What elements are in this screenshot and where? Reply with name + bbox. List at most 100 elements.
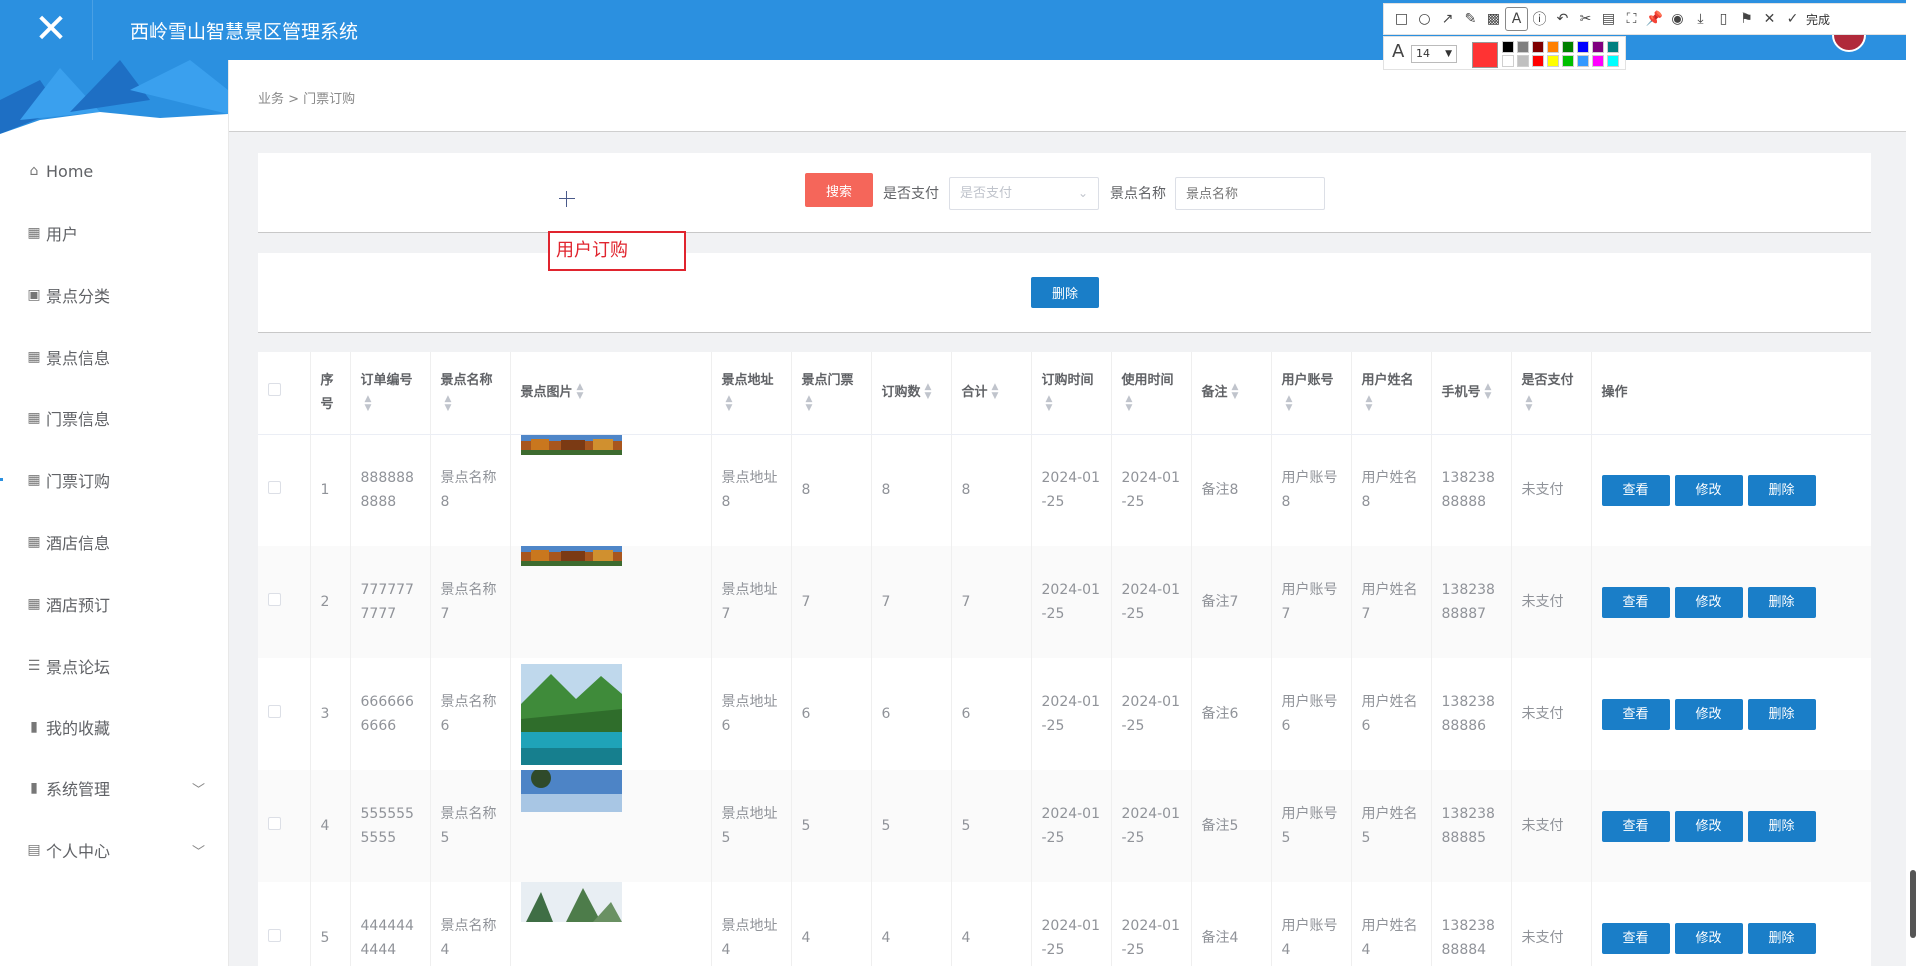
row-checkbox[interactable] (268, 929, 281, 942)
sort-icon[interactable]: ▲ ▼ (1046, 395, 1053, 413)
sort-icon[interactable]: ▲ ▼ (992, 383, 999, 401)
close-icon[interactable]: ✕ (1758, 7, 1781, 31)
done-label[interactable]: 完成 (1806, 11, 1830, 28)
column-header[interactable]: 订单编号 ▲ ▼ (350, 352, 431, 435)
page-scrollbar-track[interactable] (1906, 0, 1918, 966)
sort-icon[interactable]: ▲ ▼ (726, 395, 733, 413)
sidebar-item[interactable]: ▣ 景点分类 (26, 280, 110, 310)
mosaic-icon[interactable]: ▩ (1482, 7, 1505, 31)
column-header[interactable]: 合计 ▲ ▼ (951, 352, 1032, 435)
font-size-select[interactable]: 14 ▼ (1411, 45, 1457, 63)
color-swatch[interactable] (1592, 41, 1604, 53)
sort-icon[interactable]: ▲ ▼ (365, 395, 372, 413)
view-button[interactable]: 查看 (1601, 810, 1670, 842)
text-icon[interactable]: A (1505, 7, 1528, 31)
row-checkbox[interactable] (268, 481, 281, 495)
sidebar-item[interactable]: ▦ 酒店预订 (26, 589, 110, 619)
pen-icon[interactable]: ✎ (1459, 7, 1482, 31)
delete-button[interactable]: 删除 (1747, 586, 1816, 618)
column-header[interactable]: 景点图片 ▲ ▼ (510, 352, 712, 435)
column-header[interactable]: 景点地址 ▲ ▼ (711, 352, 792, 435)
sidebar-item[interactable]: ▦ 酒店信息 (26, 527, 110, 557)
edit-button[interactable]: 修改 (1674, 922, 1743, 954)
column-header[interactable]: 景点名称 ▲ ▼ (430, 352, 511, 435)
edit-button[interactable]: 修改 (1674, 698, 1743, 730)
fullscreen-icon[interactable]: ⛶ (1620, 7, 1643, 31)
scissors-icon[interactable]: ✂ (1574, 7, 1597, 31)
color-swatch[interactable] (1547, 55, 1559, 67)
row-checkbox[interactable] (268, 705, 281, 718)
column-header[interactable]: 备注 ▲ ▼ (1191, 352, 1272, 435)
color-swatch[interactable] (1577, 55, 1589, 67)
sort-icon[interactable]: ▲ ▼ (577, 383, 584, 401)
color-swatch[interactable] (1502, 41, 1514, 53)
sort-icon[interactable]: ▲ ▼ (1232, 383, 1239, 401)
color-swatch[interactable] (1592, 55, 1604, 67)
row-checkbox[interactable] (268, 817, 281, 830)
sort-icon[interactable]: ▲ ▼ (1126, 395, 1133, 413)
sidebar-item[interactable]: ⌂ Home (26, 156, 94, 186)
color-swatch[interactable] (1547, 41, 1559, 53)
column-header[interactable]: 用户姓名 ▲ ▼ (1351, 352, 1432, 435)
select-all-checkbox[interactable] (268, 382, 281, 396)
download-icon[interactable]: ⤓ (1689, 7, 1712, 31)
close-icon[interactable]: ✕ (30, 8, 72, 50)
color-swatch[interactable] (1532, 55, 1544, 67)
column-header[interactable]: 景点门票 ▲ ▼ (791, 352, 872, 435)
undo-icon[interactable]: ↶ (1551, 7, 1574, 31)
color-swatch[interactable] (1532, 41, 1544, 53)
color-swatch[interactable] (1607, 55, 1619, 67)
view-button[interactable]: 查看 (1601, 698, 1670, 730)
delete-button[interactable]: 删除 (1747, 810, 1816, 842)
record-icon[interactable]: ◉ (1666, 7, 1689, 31)
delete-button[interactable]: 删除 (1747, 474, 1816, 506)
color-swatch[interactable] (1562, 41, 1574, 53)
sort-icon[interactable]: ▲ ▼ (445, 395, 452, 413)
check-icon[interactable]: ✓ (1781, 7, 1804, 31)
scenic-name-input[interactable] (1175, 177, 1325, 210)
ocr-icon[interactable]: ▤ (1597, 7, 1620, 31)
arrow-icon[interactable]: ↗ (1436, 7, 1459, 31)
color-swatch[interactable] (1517, 41, 1529, 53)
color-swatch[interactable] (1502, 55, 1514, 67)
rect-icon[interactable]: □ (1390, 7, 1413, 31)
batch-delete-button[interactable]: 删除 (1031, 277, 1099, 308)
ellipse-icon[interactable]: ○ (1413, 7, 1436, 31)
sidebar-item[interactable]: ▦ 景点信息 (26, 342, 110, 372)
row-checkbox[interactable] (268, 593, 281, 606)
view-button[interactable]: 查看 (1601, 586, 1670, 618)
sidebar-item[interactable]: ▮ 系统管理 ﹀ (26, 773, 205, 803)
delete-button[interactable]: 删除 (1747, 922, 1816, 954)
sidebar-item[interactable]: ▦ 门票信息 (26, 403, 110, 433)
page-scrollbar-thumb[interactable] (1910, 870, 1916, 938)
sort-icon[interactable]: ▲ ▼ (925, 383, 932, 401)
sidebar-item[interactable]: ▤ 个人中心 ﹀ (26, 835, 205, 865)
pin-icon[interactable]: 📌 (1643, 7, 1666, 31)
column-header[interactable]: 用户账号 ▲ ▼ (1271, 352, 1352, 435)
current-color-swatch[interactable] (1472, 42, 1498, 68)
sidebar-item[interactable]: ▦ 门票订购 (26, 465, 110, 495)
sort-icon[interactable]: ▲ ▼ (1485, 383, 1492, 401)
color-swatch[interactable] (1517, 55, 1529, 67)
search-button[interactable]: 搜索 (805, 173, 873, 207)
column-header[interactable]: 订购数 ▲ ▼ (871, 352, 952, 435)
sort-icon[interactable]: ▲ ▼ (806, 395, 813, 413)
color-swatch[interactable] (1607, 41, 1619, 53)
color-swatch[interactable] (1577, 41, 1589, 53)
column-header[interactable]: 是否支付 ▲ ▼ (1511, 352, 1592, 435)
view-button[interactable]: 查看 (1601, 474, 1670, 506)
number-icon[interactable]: ⓘ (1528, 7, 1551, 31)
edit-button[interactable]: 修改 (1674, 474, 1743, 506)
column-header[interactable]: 使用时间 ▲ ▼ (1111, 352, 1192, 435)
select-all-header[interactable] (258, 352, 311, 435)
sidebar-item[interactable]: ☰ 景点论坛 (26, 651, 110, 681)
pay-status-select[interactable]: 是否支付 ⌄ (949, 177, 1099, 210)
sort-icon[interactable]: ▲ ▼ (1366, 395, 1373, 413)
column-header[interactable]: 订购时间 ▲ ▼ (1031, 352, 1112, 435)
edit-button[interactable]: 修改 (1674, 810, 1743, 842)
view-button[interactable]: 查看 (1601, 922, 1670, 954)
column-header[interactable]: 手机号 ▲ ▼ (1431, 352, 1512, 435)
sidebar-item[interactable]: ▦ 用户 (26, 218, 78, 248)
edit-button[interactable]: 修改 (1674, 586, 1743, 618)
annotation-text-box[interactable]: 用户订购 (548, 231, 686, 271)
